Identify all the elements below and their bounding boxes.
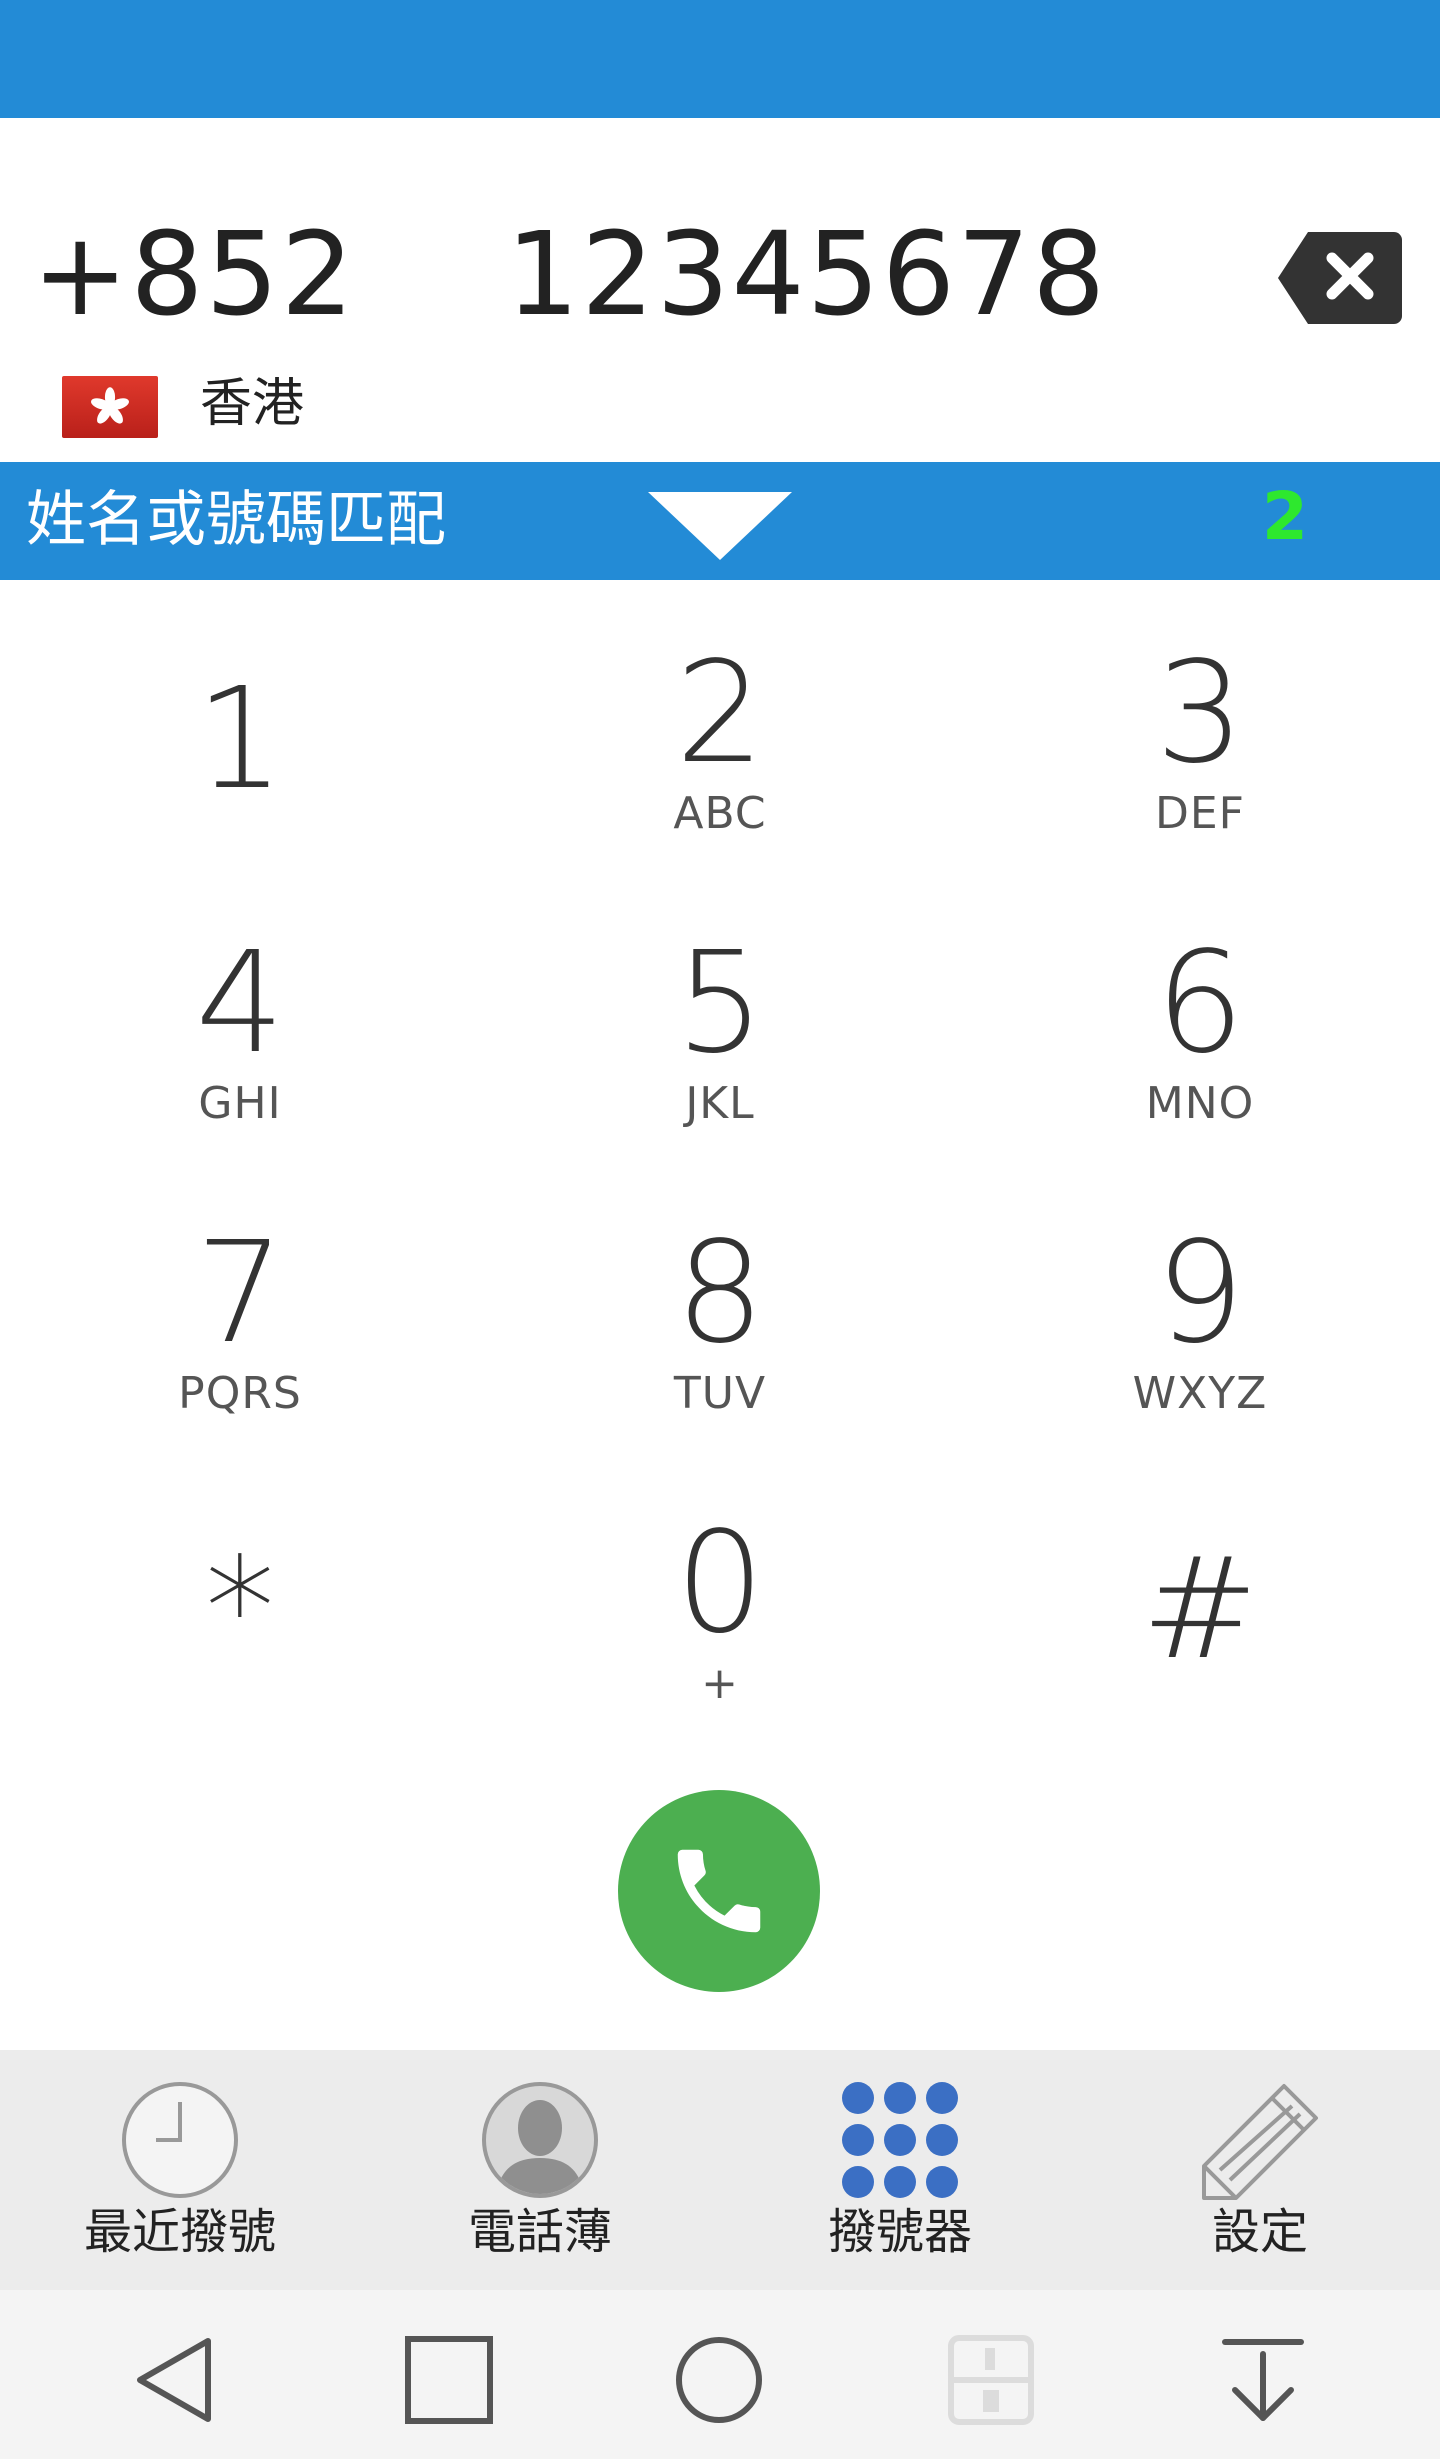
back-triangle-icon	[137, 2338, 211, 2422]
key-digit: 5	[675, 922, 765, 1085]
key-digit: 2	[675, 632, 765, 795]
bottom-tab-bar: 最近撥號 電話薄 撥號器 設定	[0, 2050, 1440, 2290]
system-nav-bar	[0, 2290, 1440, 2459]
nav-notifications-button[interactable]	[1208, 2330, 1318, 2430]
tab-label: 電話薄	[467, 2204, 612, 2260]
square-icon	[405, 2336, 493, 2424]
nav-dual-window-button[interactable]	[936, 2330, 1046, 2430]
key-5[interactable]: 5 JKL	[480, 880, 960, 1160]
tab-label: 設定	[1211, 2204, 1308, 2260]
key-digit: 6	[1155, 922, 1245, 1085]
tab-label: 撥號器	[827, 2204, 972, 2260]
tab-settings[interactable]: 設定	[1080, 2050, 1440, 2290]
key-9[interactable]: 9 WXYZ	[960, 1170, 1440, 1450]
key-digit: 3	[1155, 632, 1245, 795]
key-0[interactable]: 0 +	[480, 1460, 960, 1740]
circle-icon	[676, 2337, 762, 2423]
key-digit: #	[1141, 1528, 1259, 1691]
key-1[interactable]: 1	[0, 590, 480, 870]
key-letters: +	[701, 1658, 739, 1709]
tab-label: 最近撥號	[83, 2204, 276, 2260]
pencil-icon	[1200, 2080, 1320, 2200]
clock-icon	[120, 2080, 240, 2200]
key-digit: 4	[195, 922, 285, 1085]
tab-contacts[interactable]: 電話薄	[360, 2050, 720, 2290]
key-hash[interactable]: #	[960, 1460, 1440, 1740]
country-code[interactable]: +852	[32, 218, 356, 333]
hong-kong-flag-icon[interactable]	[62, 376, 158, 438]
nav-home-button[interactable]	[664, 2330, 774, 2430]
key-digit: 9	[1155, 1212, 1245, 1375]
backspace-icon	[1278, 232, 1402, 324]
arrow-down-icon	[1222, 2339, 1304, 2421]
key-digit: 7	[195, 1212, 285, 1375]
tab-dialer[interactable]: 撥號器	[720, 2050, 1080, 2290]
match-expand-toggle[interactable]	[640, 484, 800, 564]
key-letters: ABC	[673, 788, 767, 839]
key-letters: TUV	[673, 1368, 767, 1419]
backspace-button[interactable]	[1276, 230, 1404, 326]
match-count: 2	[1262, 478, 1308, 555]
key-digit: 1	[195, 658, 285, 821]
dual-window-icon	[948, 2335, 1034, 2425]
key-6[interactable]: 6 MNO	[960, 880, 1440, 1160]
key-letters: GHI	[198, 1078, 282, 1129]
match-label: 姓名或號碼匹配	[26, 485, 446, 555]
phone-icon	[677, 1849, 761, 1933]
phone-number-field[interactable]: 12345678	[506, 218, 1107, 333]
key-digit: 0	[675, 1502, 765, 1665]
key-4[interactable]: 4 GHI	[0, 880, 480, 1160]
key-8[interactable]: 8 TUV	[480, 1170, 960, 1450]
key-3[interactable]: 3 DEF	[960, 590, 1440, 870]
key-7[interactable]: 7 PQRS	[0, 1170, 480, 1450]
key-digit: *	[205, 1528, 275, 1691]
call-button[interactable]	[618, 1790, 820, 1992]
key-star[interactable]: *	[0, 1460, 480, 1740]
key-letters: PQRS	[178, 1368, 302, 1419]
key-letters: MNO	[1145, 1078, 1255, 1129]
key-letters: WXYZ	[1132, 1368, 1268, 1419]
match-bar[interactable]: 姓名或號碼匹配 2	[0, 462, 1440, 580]
key-letters: JKL	[685, 1078, 755, 1129]
dial-display: +852 12345678 香港	[0, 118, 1440, 462]
contact-icon	[480, 2080, 600, 2200]
dialpad-icon	[840, 2080, 960, 2200]
key-2[interactable]: 2 ABC	[480, 590, 960, 870]
status-bar	[0, 0, 1440, 118]
nav-recents-button[interactable]	[394, 2330, 504, 2430]
triangle-down-icon	[648, 492, 792, 560]
tab-recent-calls[interactable]: 最近撥號	[0, 2050, 360, 2290]
key-letters: DEF	[1155, 788, 1245, 839]
region-name: 香港	[200, 374, 305, 434]
key-digit: 8	[675, 1212, 765, 1375]
nav-back-button[interactable]	[122, 2330, 232, 2430]
